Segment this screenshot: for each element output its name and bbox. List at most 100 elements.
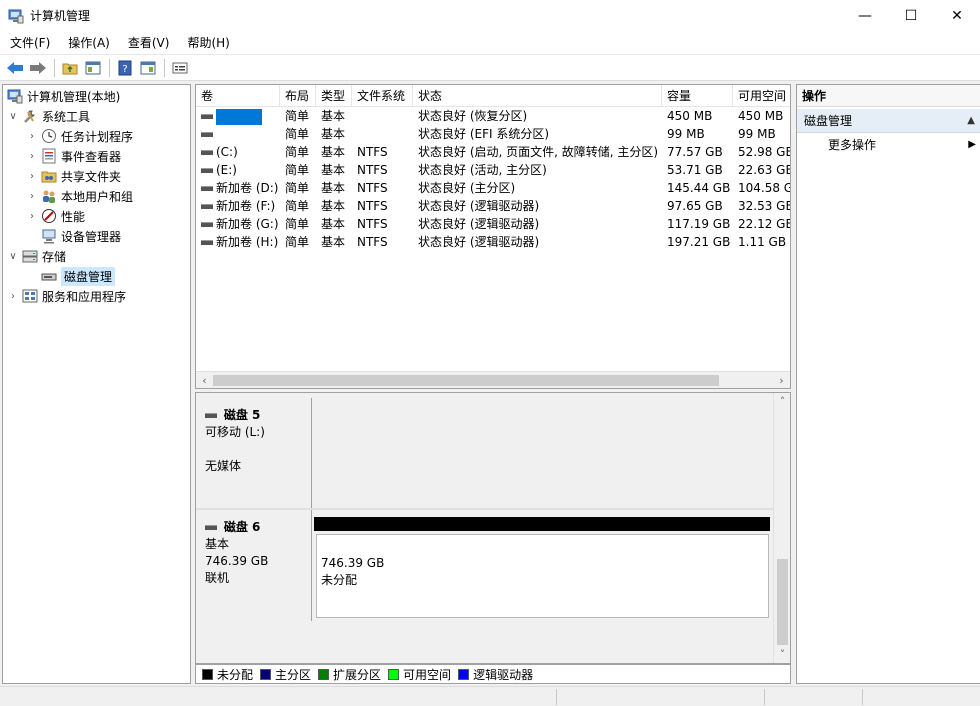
volume-cell-status: 状态良好 (主分区) bbox=[413, 179, 662, 197]
volume-row[interactable]: (C:) 简单 基本 NTFS 状态良好 (启动, 页面文件, 故障转储, 主分区) 77… bbox=[196, 143, 791, 161]
minimize-button[interactable]: — bbox=[842, 0, 888, 31]
volume-row[interactable]: 新加卷 (D:) 简单 基本 NTFS 状态良好 (主分区) 145.44 GB 104.5… bbox=[196, 179, 790, 197]
expand-arrow-icon[interactable]: › bbox=[26, 171, 38, 182]
title-bar: 计算机管理 — ☐ ✕ bbox=[0, 0, 980, 31]
collapse-triangle-icon[interactable]: ▲ bbox=[967, 109, 975, 133]
scroll-down-icon[interactable]: ˅ bbox=[774, 646, 790, 663]
scroll-right-icon[interactable]: › bbox=[773, 372, 790, 388]
close-button[interactable]: ✕ bbox=[934, 0, 980, 31]
collapse-arrow-icon[interactable]: ∨ bbox=[7, 111, 19, 122]
disk-5-media: 无媒体 bbox=[205, 459, 242, 473]
back-arrow-icon[interactable] bbox=[4, 58, 26, 78]
tree-node-performance[interactable]: › 性能 bbox=[26, 206, 85, 226]
unallocated-partition[interactable]: 746.39 GB 未分配 bbox=[316, 534, 769, 618]
volume-cell-text: 简单 bbox=[285, 163, 310, 177]
menu-file[interactable]: 文件(F) bbox=[0, 34, 58, 51]
device-manager-icon bbox=[41, 228, 57, 244]
scroll-up-icon[interactable]: ˄ bbox=[774, 393, 790, 410]
column-header-capacity[interactable]: 容量 bbox=[662, 85, 733, 107]
menu-help[interactable]: 帮助(H) bbox=[177, 34, 237, 51]
toolbar-separator bbox=[109, 58, 110, 77]
column-header-free-space[interactable]: 可用空间 bbox=[733, 85, 790, 107]
volume-cell-text: NTFS bbox=[357, 199, 388, 213]
volume-cell-text: 32.53 GB bbox=[738, 199, 791, 213]
volume-row[interactable]: 新加卷 (F:) 简单 基本 NTFS 状态良好 (逻辑驱动器) 97.65 GB 32.5… bbox=[196, 197, 791, 215]
show-hide-action-icon[interactable] bbox=[137, 58, 159, 78]
expand-arrow-icon[interactable]: › bbox=[26, 211, 38, 222]
status-divider bbox=[862, 689, 863, 705]
disk-6-info[interactable]: 磁盘 6 基本 746.39 GB 联机 bbox=[196, 510, 312, 621]
forward-arrow-icon[interactable] bbox=[27, 58, 49, 78]
legend-swatch bbox=[458, 668, 470, 680]
scrollbar-thumb[interactable] bbox=[213, 375, 719, 386]
tree-node-services-apps[interactable]: › 服务和应用程序 bbox=[7, 286, 126, 306]
volume-cell-free: 450 MB bbox=[733, 107, 790, 125]
volume-cell-status: 状态良好 (逻辑驱动器) bbox=[413, 197, 662, 215]
tree-node-local-users[interactable]: › 本地用户和组 bbox=[26, 186, 133, 206]
menu-action[interactable]: 操作(A) bbox=[58, 34, 118, 51]
up-folder-icon[interactable] bbox=[59, 58, 81, 78]
actions-group-disk-management[interactable]: 磁盘管理 ▲ bbox=[797, 109, 980, 133]
expand-arrow-icon[interactable]: › bbox=[7, 291, 19, 302]
expand-arrow-icon[interactable]: › bbox=[26, 131, 38, 142]
volume-cell-type: 基本 bbox=[316, 215, 352, 233]
maximize-button[interactable]: ☐ bbox=[888, 0, 934, 31]
column-header-type[interactable]: 类型 bbox=[316, 85, 352, 107]
volume-cell-text: 117.19 GB bbox=[667, 217, 731, 231]
tree-node-device-manager[interactable]: 设备管理器 bbox=[41, 226, 121, 246]
volume-cell-type: 基本 bbox=[316, 233, 352, 251]
volume-cell-text: 状态良好 (逻辑驱动器) bbox=[418, 217, 540, 231]
volume-cell-text: (E:) bbox=[216, 163, 237, 177]
volume-cell-text: 77.57 GB bbox=[667, 145, 723, 159]
volume-icon bbox=[201, 150, 213, 155]
volume-cell-text: 145.44 GB bbox=[667, 181, 731, 195]
volume-cell-text: 新加卷 (G:) bbox=[216, 217, 279, 231]
tree-node-shared-folders[interactable]: › 共享文件夹 bbox=[26, 166, 121, 186]
partition-label: 未分配 bbox=[321, 573, 358, 587]
volume-row[interactable]: 新加卷 (G:) 简单 基本 NTFS 状态良好 (逻辑驱动器) 117.19 GB 22.… bbox=[196, 215, 790, 233]
volume-cell-layout: 简单 bbox=[280, 143, 316, 161]
collapse-arrow-icon[interactable]: ∨ bbox=[7, 251, 19, 262]
selected-volume-highlight[interactable] bbox=[216, 108, 262, 125]
tree-label-local-users: 本地用户和组 bbox=[61, 189, 134, 204]
volume-row[interactable]: 简单 基本 状态良好 (EFI 系统分区) 99 MB 99 MB bbox=[196, 125, 790, 143]
volume-cell-text: 基本 bbox=[321, 109, 346, 123]
column-header-status[interactable]: 状态 bbox=[413, 85, 662, 107]
disk-management-icon bbox=[41, 268, 57, 284]
vertical-scrollbar[interactable]: ˄ ˅ bbox=[773, 393, 790, 663]
show-hide-tree-icon[interactable] bbox=[82, 58, 104, 78]
column-header-layout[interactable]: 布局 bbox=[280, 85, 316, 107]
tree-node-event-viewer[interactable]: › 事件查看器 bbox=[26, 146, 121, 166]
scroll-left-icon[interactable]: ‹ bbox=[196, 372, 213, 388]
tree-node-disk-management[interactable]: 磁盘管理 bbox=[41, 266, 116, 286]
column-header-volume[interactable]: 卷 bbox=[196, 85, 280, 107]
horizontal-scrollbar[interactable]: ‹ › bbox=[196, 371, 790, 388]
volume-cell-fs: NTFS bbox=[352, 161, 413, 179]
column-header-filesystem[interactable]: 文件系统 bbox=[352, 85, 413, 107]
volume-row[interactable]: (E:) 简单 基本 NTFS 状态良好 (活动, 主分区) 53.71 GB 22.63 … bbox=[196, 161, 790, 179]
volume-row[interactable]: 简单 基本 状态良好 (恢复分区) 450 MB 450 MB bbox=[196, 107, 790, 125]
volume-cell-text: 450 MB bbox=[738, 109, 784, 123]
expand-arrow-icon[interactable]: › bbox=[26, 191, 38, 202]
properties-icon[interactable] bbox=[169, 58, 191, 78]
volume-cell-type: 基本 bbox=[316, 143, 352, 161]
tree-node-storage[interactable]: ∨ 存储 bbox=[7, 246, 66, 266]
tree-node-task-scheduler[interactable]: › 任务计划程序 bbox=[26, 126, 133, 146]
volume-cell-text: 基本 bbox=[321, 163, 346, 177]
legend-label: 主分区 bbox=[275, 667, 312, 682]
volume-row[interactable]: 新加卷 (H:) 简单 基本 NTFS 状态良好 (逻辑驱动器) 197.21 GB 1.1… bbox=[196, 233, 790, 251]
tree-node-root[interactable]: 计算机管理(本地) bbox=[7, 86, 120, 106]
menu-view[interactable]: 查看(V) bbox=[118, 34, 178, 51]
volume-cell-text: 状态良好 (恢复分区) bbox=[418, 109, 528, 123]
more-actions-item[interactable]: 更多操作 ▶ bbox=[797, 133, 980, 157]
expand-arrow-icon[interactable]: › bbox=[26, 151, 38, 162]
volume-cell-vol: 新加卷 (D:) bbox=[196, 179, 280, 197]
disk-5-info[interactable]: 磁盘 5 可移动 (L:) 无媒体 bbox=[196, 398, 312, 508]
tree-node-system-tools[interactable]: ∨ 系统工具 bbox=[7, 106, 90, 126]
volume-cell-text: 52.98 GB bbox=[738, 145, 791, 159]
volume-cell-vol bbox=[196, 125, 280, 143]
legend-item: 逻辑驱动器 bbox=[458, 666, 533, 683]
help-icon[interactable]: ? bbox=[114, 58, 136, 78]
tree-label-storage: 存储 bbox=[42, 249, 67, 264]
scrollbar-thumb[interactable] bbox=[777, 559, 788, 645]
